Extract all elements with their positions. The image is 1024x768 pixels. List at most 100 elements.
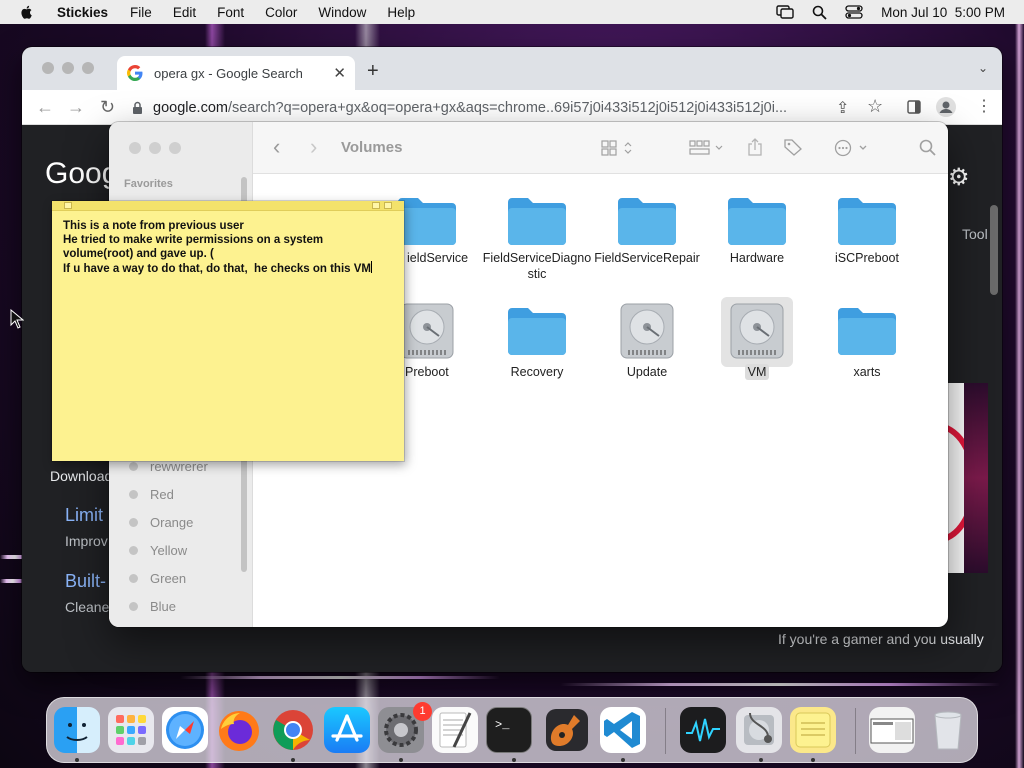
back-arrow-icon[interactable]: ← bbox=[36, 97, 54, 118]
sidebar-tag-label: Orange bbox=[150, 515, 194, 530]
sidebar-tag-green[interactable]: Green bbox=[129, 571, 186, 586]
note-line: This is a note from previous user bbox=[63, 220, 244, 232]
browser-tab[interactable]: opera gx - Google Search ✕ bbox=[117, 56, 355, 90]
tag-icon[interactable] bbox=[783, 138, 803, 156]
settings-gear-icon[interactable]: ⚙ bbox=[948, 163, 970, 192]
bookmark-star-icon[interactable]: ☆ bbox=[867, 96, 883, 117]
hard-disk-icon bbox=[730, 303, 784, 359]
action-menu-icon[interactable] bbox=[834, 139, 870, 157]
share-icon[interactable] bbox=[746, 137, 764, 157]
folder-item[interactable]: iSCPreboot bbox=[812, 194, 922, 266]
menu-font[interactable]: Font bbox=[217, 5, 244, 20]
dock-chrome-icon[interactable] bbox=[270, 707, 316, 753]
address-bar[interactable]: google.com/search?q=opera+gx&oq=opera+gx… bbox=[132, 94, 832, 121]
menu-clock[interactable]: Mon Jul 10 5:00 PM bbox=[881, 5, 1005, 20]
side-panel-icon[interactable] bbox=[907, 100, 921, 114]
disk-label: Update bbox=[626, 365, 668, 379]
folder-label: xarts bbox=[853, 365, 881, 379]
control-center-icon[interactable] bbox=[845, 5, 863, 19]
reload-icon[interactable]: ↻ bbox=[100, 97, 115, 118]
svg-text:>_: >_ bbox=[495, 718, 510, 732]
dock-downloads-stack-icon[interactable] bbox=[869, 707, 915, 753]
dock-launchpad-icon[interactable] bbox=[108, 707, 154, 753]
result-link[interactable]: Built- bbox=[65, 571, 106, 592]
dock-trash-icon[interactable] bbox=[925, 707, 971, 753]
menu-bar: Stickies File Edit Font Color Window Hel… bbox=[0, 0, 1024, 24]
dock-textedit-icon[interactable] bbox=[432, 707, 478, 753]
folder-item[interactable]: FieldServiceDiagnostic bbox=[482, 194, 592, 282]
sticky-note[interactable]: This is a note from previous user He tri… bbox=[52, 201, 404, 461]
tab-search-chevron-icon[interactable]: ⌄ bbox=[978, 61, 988, 75]
tab-title: opera gx - Google Search bbox=[154, 65, 303, 81]
group-by-icon[interactable] bbox=[689, 140, 725, 156]
menu-window[interactable]: Window bbox=[318, 5, 366, 20]
menu-app-name[interactable]: Stickies bbox=[57, 5, 108, 20]
folder-icon bbox=[838, 198, 896, 245]
sidebar-tag-blue[interactable]: Blue bbox=[129, 599, 176, 614]
dock-terminal-icon[interactable]: >_ bbox=[486, 707, 532, 753]
back-chevron-icon[interactable]: ‹ bbox=[273, 134, 280, 160]
sticky-close-button[interactable] bbox=[64, 202, 72, 209]
folder-item[interactable]: Recovery bbox=[482, 304, 592, 380]
folder-icon bbox=[838, 308, 896, 355]
profile-avatar-icon[interactable] bbox=[936, 97, 956, 117]
disk-item-selected[interactable]: VM bbox=[702, 300, 812, 381]
notification-badge: 1 bbox=[413, 702, 432, 721]
sticky-collapse-button[interactable] bbox=[372, 202, 380, 209]
menu-edit[interactable]: Edit bbox=[173, 5, 196, 20]
forward-arrow-icon[interactable]: → bbox=[67, 97, 85, 118]
apple-icon[interactable] bbox=[19, 4, 35, 20]
dock-finder-icon[interactable] bbox=[54, 707, 100, 753]
sidebar-tag[interactable]: rewwrerer bbox=[129, 459, 208, 474]
url-path: /search?q=opera+gx&oq=opera+gx&aqs=chrom… bbox=[227, 99, 788, 116]
dock-garageband-icon[interactable] bbox=[544, 707, 590, 753]
window-zoom-button[interactable] bbox=[169, 142, 181, 154]
menu-file[interactable]: File bbox=[130, 5, 152, 20]
sidebar-tag-orange[interactable]: Orange bbox=[129, 515, 193, 530]
disk-item[interactable]: Update bbox=[592, 300, 702, 380]
screen-mirroring-icon[interactable] bbox=[776, 5, 794, 19]
menu-color[interactable]: Color bbox=[265, 5, 297, 20]
more-menu-icon[interactable]: ⋮ bbox=[976, 96, 992, 116]
dock-app-store-icon[interactable] bbox=[324, 707, 370, 753]
dock-firefox-icon[interactable] bbox=[216, 707, 262, 753]
folder-item[interactable]: FieldServiceRepair bbox=[592, 194, 702, 266]
folder-item[interactable]: xarts bbox=[812, 304, 922, 380]
new-tab-button[interactable]: + bbox=[367, 60, 379, 83]
sticky-note-text[interactable]: This is a note from previous user He tri… bbox=[52, 211, 404, 276]
folder-icon bbox=[618, 198, 676, 245]
folder-item[interactable]: Hardware bbox=[702, 194, 812, 266]
running-indicator bbox=[291, 758, 295, 762]
dock-safari-icon[interactable] bbox=[162, 707, 208, 753]
sidebar-tag-yellow[interactable]: Yellow bbox=[129, 543, 187, 558]
window-minimize-button[interactable] bbox=[62, 62, 74, 74]
vertical-scrollbar[interactable] bbox=[990, 205, 998, 295]
spotlight-search-icon[interactable] bbox=[812, 5, 827, 20]
folder-icon bbox=[508, 308, 566, 355]
window-close-button[interactable] bbox=[42, 62, 54, 74]
share-icon[interactable]: ⇪ bbox=[836, 98, 849, 118]
result-link[interactable]: Limit bbox=[65, 505, 103, 526]
sticky-title-bar[interactable] bbox=[52, 201, 404, 211]
dock-vscode-icon[interactable] bbox=[600, 707, 646, 753]
folder-label: Hardware bbox=[729, 251, 785, 265]
icon-view-icon[interactable] bbox=[601, 140, 635, 156]
folder-label: iSCPreboot bbox=[835, 251, 899, 265]
window-minimize-button[interactable] bbox=[149, 142, 161, 154]
window-close-button[interactable] bbox=[129, 142, 141, 154]
dock-stickies-icon[interactable] bbox=[790, 707, 836, 753]
dock-disk-utility-icon[interactable] bbox=[736, 707, 782, 753]
menu-help[interactable]: Help bbox=[387, 5, 415, 20]
google-logo[interactable]: Goog bbox=[45, 157, 118, 191]
mouse-pointer-icon bbox=[10, 309, 24, 329]
forward-chevron-icon[interactable]: › bbox=[310, 134, 317, 160]
tools-button[interactable]: Tool bbox=[962, 226, 988, 242]
result-thumbnail[interactable] bbox=[964, 383, 988, 573]
window-zoom-button[interactable] bbox=[82, 62, 94, 74]
sidebar-tag-red[interactable]: Red bbox=[129, 487, 174, 502]
lock-icon[interactable] bbox=[132, 101, 143, 115]
tab-close-icon[interactable]: ✕ bbox=[333, 64, 346, 82]
search-icon[interactable] bbox=[919, 139, 936, 156]
sticky-zoom-button[interactable] bbox=[384, 202, 392, 209]
dock-activity-monitor-icon[interactable] bbox=[680, 707, 726, 753]
